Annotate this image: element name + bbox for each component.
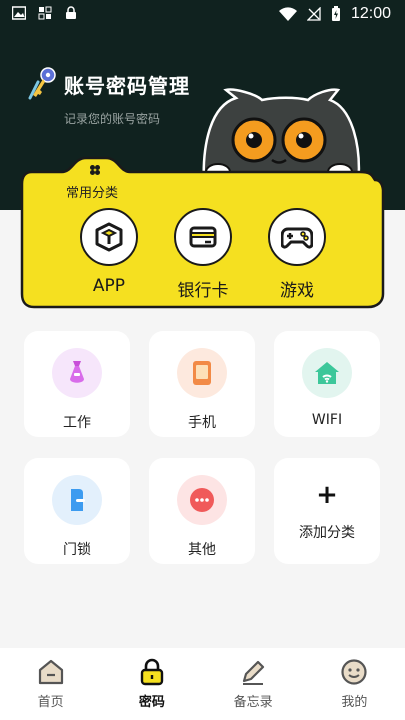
category-tile-door-lock[interactable]: 门锁	[24, 458, 130, 564]
add-category-label: 添加分类	[299, 525, 355, 541]
nav-label: 备忘录	[233, 695, 273, 710]
lock-icon	[140, 658, 164, 686]
nav-item-password[interactable]: 密码	[101, 648, 202, 720]
nav-item-home[interactable]: 首页	[0, 648, 101, 720]
tie-icon	[70, 361, 84, 383]
nav-item-memo[interactable]: 备忘录	[203, 648, 304, 720]
quick-item-app[interactable]: APP	[80, 208, 138, 296]
quick-item-label: APP	[92, 276, 126, 296]
category-tile-work[interactable]: 工作	[24, 331, 130, 437]
phone-icon	[193, 361, 211, 385]
category-tile-wifi[interactable]: WIFI	[274, 331, 380, 437]
cube-icon	[95, 222, 123, 252]
category-label: 手机	[188, 415, 216, 431]
category-label: 门锁	[63, 542, 91, 558]
home-icon	[38, 659, 63, 685]
nav-label: 密码	[138, 695, 165, 710]
nav-item-mine[interactable]: 我的	[304, 648, 405, 720]
plus-icon: +	[316, 480, 338, 510]
quick-item-label: 游戏	[280, 281, 314, 301]
nav-label: 我的	[341, 695, 368, 710]
nav-label: 首页	[37, 695, 64, 710]
quick-item-label: 银行卡	[177, 281, 229, 301]
quick-item-bank-card[interactable]: 银行卡	[174, 208, 232, 301]
wifi-house-icon	[315, 362, 339, 384]
bottom-navigation: 首页 密码 备忘录 我的	[0, 648, 405, 720]
category-label: 其他	[188, 542, 216, 558]
add-category-button[interactable]: + 添加分类	[274, 458, 380, 564]
clover-icon	[90, 165, 100, 175]
pencil-icon	[243, 660, 265, 685]
door-icon	[71, 489, 85, 511]
smile-icon	[341, 659, 367, 685]
category-label: 工作	[63, 415, 91, 431]
category-tile-other[interactable]: 其他	[149, 458, 255, 564]
more-icon	[190, 488, 214, 512]
category-label: WIFI	[311, 412, 343, 428]
quick-item-game[interactable]: 游戏	[268, 208, 326, 301]
card-icon	[189, 226, 217, 248]
category-tile-phone[interactable]: 手机	[149, 331, 255, 437]
gamepad-icon	[281, 227, 313, 249]
common-categories-label: 常用分类	[66, 186, 119, 201]
